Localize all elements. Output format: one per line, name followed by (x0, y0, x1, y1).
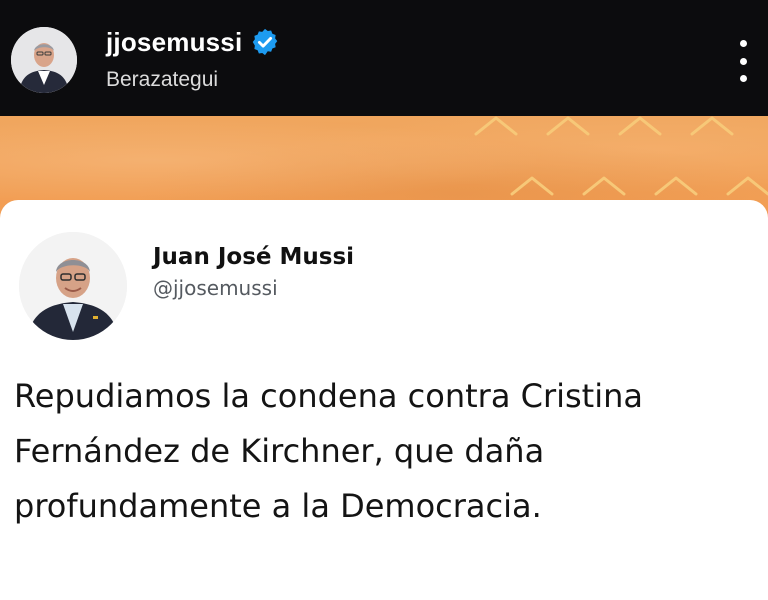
dot (739, 57, 747, 65)
tweet-text: Repudiamos la condena contra Cristina Fe… (14, 377, 643, 525)
author-photo (19, 232, 127, 340)
tweet-author-name[interactable]: Juan José Mussi (153, 244, 354, 270)
dot (739, 40, 747, 47)
username[interactable]: jjosemussi (106, 27, 242, 58)
dot (739, 75, 747, 82)
tweet-author-avatar[interactable] (19, 232, 127, 340)
verified-badge-icon (253, 28, 278, 56)
avatar-photo (11, 27, 77, 93)
username-row: jjosemussi (106, 24, 280, 60)
profile-avatar[interactable] (11, 27, 77, 93)
post-header: jjosemussi Berazategui (0, 0, 768, 116)
more-options-icon[interactable] (728, 38, 758, 84)
tweet-author-handle[interactable]: @jjosemussi (153, 276, 278, 300)
post-location[interactable]: Berazategui (106, 68, 218, 92)
